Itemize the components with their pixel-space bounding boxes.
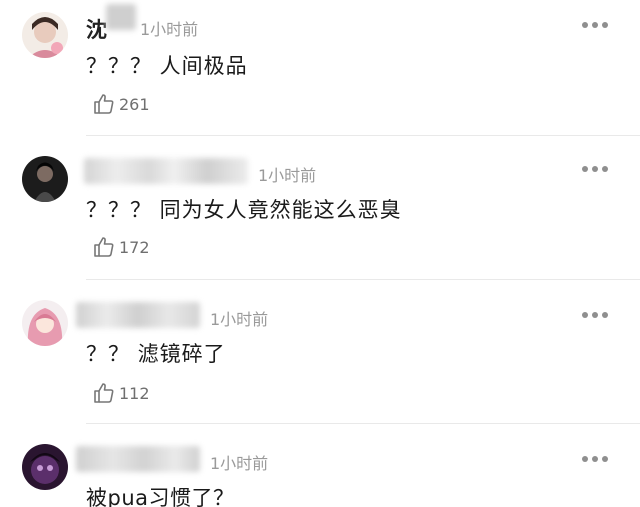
more-options-button[interactable] (582, 310, 608, 320)
avatar[interactable] (22, 12, 68, 58)
more-options-button[interactable] (582, 164, 608, 174)
comment-text: ？？ 滤镜碎了 (86, 342, 226, 366)
avatar[interactable] (22, 444, 68, 490)
username-blur[interactable] (76, 446, 200, 472)
comment-item: 1小时前 被pua习惯了？ (0, 424, 640, 507)
username-blur[interactable] (76, 302, 200, 328)
like-button[interactable]: 172 (92, 234, 150, 260)
like-count: 261 (119, 94, 150, 114)
like-button[interactable]: 112 (92, 380, 150, 406)
thumbs-up-icon (94, 237, 114, 257)
thumbs-up-icon (94, 383, 114, 403)
comment-text: ？？？ 人间极品 (86, 54, 248, 78)
username[interactable]: 沈 (86, 14, 107, 44)
more-options-button[interactable] (582, 454, 608, 464)
comment-item: 1小时前 ？？？ 同为女人竟然能这么恶臭 172 (0, 136, 640, 280)
comment-time: 1小时前 (258, 166, 317, 185)
username-blur (106, 4, 136, 30)
like-count: 172 (119, 237, 150, 257)
comment-time: 1小时前 (210, 454, 269, 473)
like-count: 112 (119, 383, 150, 403)
more-options-button[interactable] (582, 20, 608, 30)
comment-time: 1小时前 (210, 310, 269, 329)
comment-item: 沈 1小时前 ？？？ 人间极品 261 (0, 0, 640, 136)
like-button[interactable]: 261 (92, 91, 150, 117)
thumbs-up-icon (94, 94, 114, 114)
comment-item: 1小时前 ？？ 滤镜碎了 112 (0, 280, 640, 424)
avatar[interactable] (22, 300, 68, 346)
comment-text: ？？？ 同为女人竟然能这么恶臭 (86, 198, 402, 222)
username-blur[interactable] (84, 158, 248, 184)
comment-time: 1小时前 (140, 20, 199, 39)
comment-text: 被pua习惯了？ (86, 486, 235, 507)
avatar[interactable] (22, 156, 68, 202)
